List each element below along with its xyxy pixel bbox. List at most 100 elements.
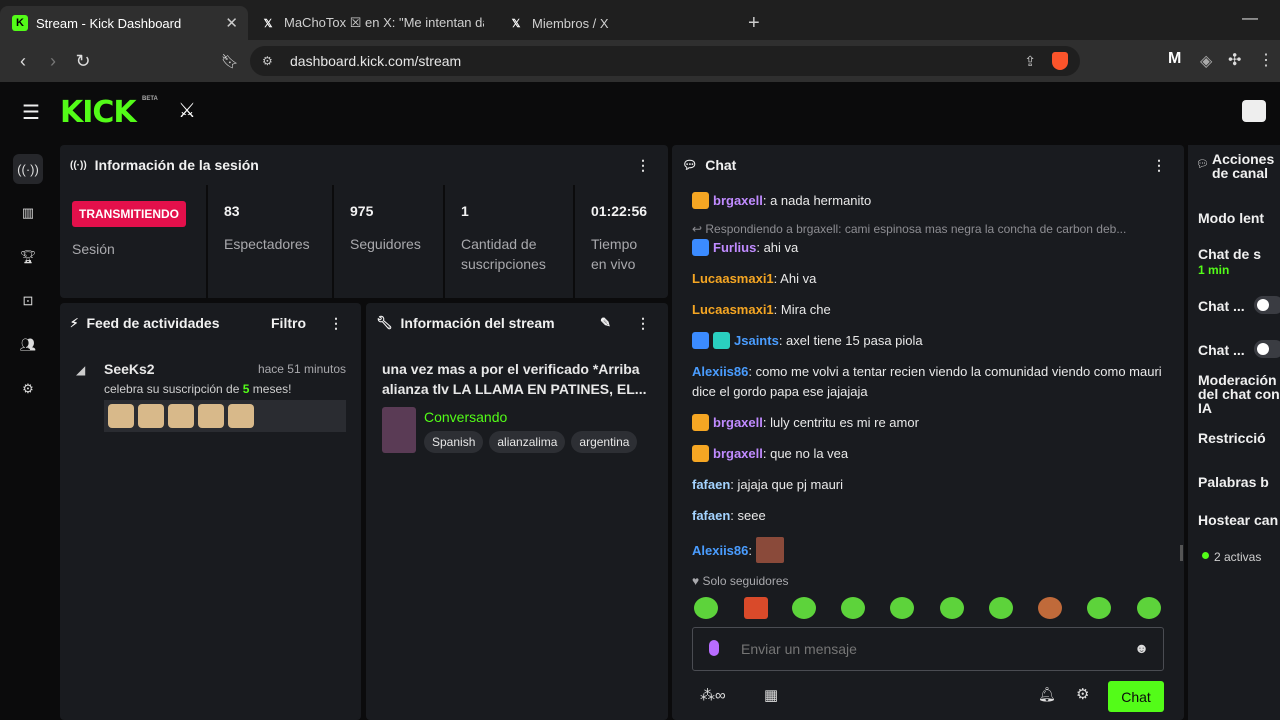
send-chat-button[interactable]: Chat xyxy=(1108,681,1164,712)
chat-reply: ↩ Respondiendo a brgaxell: cami espinosa… xyxy=(692,222,1127,236)
session-more-icon[interactable]: ⋮ xyxy=(636,157,650,174)
hamburger-menu-icon[interactable]: ☰ xyxy=(22,100,40,125)
emote-button[interactable] xyxy=(989,597,1013,619)
tab-title: Stream - Kick Dashboard xyxy=(36,15,182,31)
chat-username[interactable]: Alexiis86 xyxy=(692,364,748,379)
site-info-icon[interactable]: ⚙ xyxy=(262,54,273,68)
kick-header: ☰ KICK BETA ⚔ xyxy=(0,82,1280,140)
close-tab-icon[interactable]: ✕ xyxy=(225,14,238,32)
filter-button[interactable]: Filtro xyxy=(271,315,306,331)
cat-emote xyxy=(168,404,194,428)
minimize-window-icon[interactable]: — xyxy=(1242,10,1258,28)
chat-settings-icon[interactable]: ⚙ xyxy=(1076,685,1089,703)
host-channel-item[interactable]: Hostear can xyxy=(1198,513,1278,527)
left-sidebar: ((·)) ▥ 🏆︎ ⊡ 👥︎ ⚙ xyxy=(0,140,56,720)
sword-icon[interactable]: ⚔ xyxy=(178,98,196,123)
extension-m-icon[interactable]: M xyxy=(1168,50,1181,68)
browser-menu-icon[interactable]: ⋮ xyxy=(1258,50,1274,70)
chat-username[interactable]: Lucaasmaxi1 xyxy=(692,302,774,317)
chat-username[interactable]: fafaen xyxy=(692,508,730,523)
banned-words-item[interactable]: Palabras b xyxy=(1198,475,1269,489)
emote-button[interactable] xyxy=(1038,597,1062,619)
emote-button[interactable] xyxy=(694,597,718,619)
chat-message-input[interactable] xyxy=(741,636,1121,662)
chat-username[interactable]: brgaxell xyxy=(713,193,763,208)
chat-message: Furlius: ahi va xyxy=(692,238,1162,258)
session-title: Información de la sesión xyxy=(94,157,259,173)
extensions-icon[interactable]: ✣ xyxy=(1228,50,1241,70)
chat-more-icon[interactable]: ⋮ xyxy=(1152,157,1166,174)
store-icon[interactable]: ▦ xyxy=(764,686,778,704)
emote-button[interactable] xyxy=(841,597,865,619)
tab-x-miembros[interactable]: 𝕏 Miembros / X xyxy=(496,6,736,40)
moderation-icon[interactable]: ⊡ xyxy=(13,286,43,316)
emote-button[interactable] xyxy=(940,597,964,619)
stream-info-more-icon[interactable]: ⋮ xyxy=(636,315,650,332)
tag[interactable]: argentina xyxy=(571,431,638,453)
extension-shield-icon[interactable]: ◈ xyxy=(1200,51,1212,71)
emote-button[interactable] xyxy=(890,597,914,619)
chat-username[interactable]: brgaxell xyxy=(713,446,763,461)
microphone-icon[interactable] xyxy=(709,640,719,656)
chat-text: : xyxy=(748,543,752,558)
activity-feed-panel: ⚡︎ Feed de actividades Filtro ⋮ ◢ SeeKs2… xyxy=(60,303,361,720)
feed-user[interactable]: SeeKs2 xyxy=(104,361,155,377)
chat-delay-item[interactable]: Chat de s xyxy=(1198,247,1261,261)
settings-icon[interactable]: ⚙ xyxy=(13,374,43,404)
chat-username[interactable]: Lucaasmaxi1 xyxy=(692,271,774,286)
active-count: 2 activas xyxy=(1214,550,1262,564)
brave-shield-icon[interactable] xyxy=(1052,52,1068,70)
subscription-icon: ◢ xyxy=(76,363,86,377)
url-field[interactable]: ⚙ dashboard.kick.com/stream ⇪ xyxy=(250,46,1080,76)
emote-button[interactable] xyxy=(1087,597,1111,619)
community-icon[interactable]: 👥︎ xyxy=(13,330,43,360)
badge-icon xyxy=(692,332,709,349)
stream-tags: Spanish alianzalima argentina xyxy=(424,431,643,453)
emote-button[interactable] xyxy=(744,597,768,619)
kick-profile-icon[interactable] xyxy=(1242,100,1266,122)
chat-username[interactable]: brgaxell xyxy=(713,415,763,430)
crown-badge-icon xyxy=(692,414,709,431)
reload-icon[interactable]: ↻ xyxy=(68,51,98,72)
emote-button[interactable] xyxy=(792,597,816,619)
chat-username[interactable]: Furlius xyxy=(713,240,756,255)
tag[interactable]: Spanish xyxy=(424,431,484,453)
chat-text: : axel tiene 15 pasa piola xyxy=(778,333,923,348)
emote-button[interactable] xyxy=(1137,597,1161,619)
chat-toggle[interactable] xyxy=(1254,296,1280,314)
category-name[interactable]: Conversando xyxy=(424,409,507,425)
feed-more-icon[interactable]: ⋮ xyxy=(329,315,343,332)
chat-option-item: Chat ... xyxy=(1198,298,1245,314)
back-icon[interactable]: ‹ xyxy=(8,51,38,72)
trophy-icon[interactable]: 🏆︎ xyxy=(13,242,43,272)
chat-username[interactable]: Alexiis86 xyxy=(692,543,748,558)
chat-messages: brgaxell: a nada hermanito ↩ Respondiend… xyxy=(672,191,1184,581)
forward-icon[interactable]: › xyxy=(38,51,68,72)
cat-emote xyxy=(228,404,254,428)
x-favicon-icon: 𝕏 xyxy=(263,17,273,30)
kick-logo[interactable]: KICK xyxy=(60,95,137,130)
address-bar: ‹ › ↻ 🔖︎ ⚙ dashboard.kick.com/stream ⇪ M… xyxy=(0,40,1280,82)
share-icon[interactable]: ⇪ xyxy=(1024,53,1036,70)
slow-mode-item[interactable]: Modo lent xyxy=(1198,211,1264,225)
followers-only-text: Solo seguidores xyxy=(702,574,789,588)
restrictions-item[interactable]: Restricció xyxy=(1198,431,1266,445)
edit-icon[interactable]: ✎ xyxy=(600,315,611,331)
bookmark-icon[interactable]: 🔖︎ xyxy=(215,53,245,70)
kick-points-icon[interactable]: ⁂∞ xyxy=(700,686,726,704)
chat-scrollbar[interactable] xyxy=(1180,545,1183,561)
tab-x-machotox[interactable]: 𝕏 MaChoTox ☒ en X: "Me intentan dar xyxy=(248,6,496,40)
new-tab-button[interactable]: + xyxy=(740,6,768,40)
chat-input-box[interactable]: ☻ xyxy=(692,627,1164,671)
tag[interactable]: alianzalima xyxy=(489,431,566,453)
ai-moderation-item[interactable]: Moderación del chat con IA xyxy=(1198,373,1280,415)
notifications-icon[interactable]: 🔔︎ xyxy=(1038,686,1056,703)
chat-username[interactable]: Jsaints xyxy=(734,333,779,348)
chat-username[interactable]: fafaen xyxy=(692,477,730,492)
stream-broadcast-icon[interactable]: ((·)) xyxy=(13,154,43,184)
crown-badge-icon xyxy=(692,192,709,209)
chat-toggle[interactable] xyxy=(1254,340,1280,358)
analytics-icon[interactable]: ▥ xyxy=(13,198,43,228)
emoji-picker-icon[interactable]: ☻ xyxy=(1134,640,1149,656)
tab-kick-dashboard[interactable]: K Stream - Kick Dashboard ✕ xyxy=(0,6,248,40)
